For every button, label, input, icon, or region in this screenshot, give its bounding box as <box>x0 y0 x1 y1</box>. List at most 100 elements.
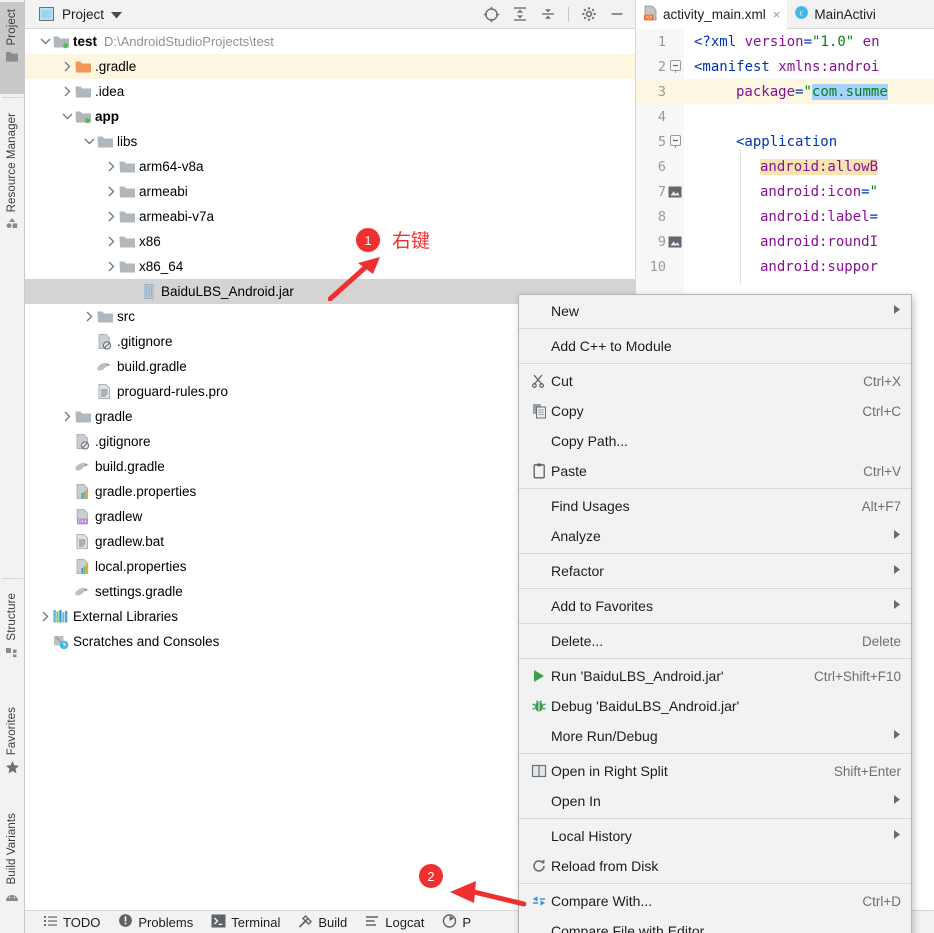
chevron-right-icon[interactable] <box>39 610 52 623</box>
gear-icon[interactable] <box>581 6 597 22</box>
code-line[interactable]: 6 android:allowB <box>636 154 934 179</box>
sidebar-item-resource-manager[interactable]: Resource Manager <box>0 106 24 266</box>
tree-node-arm64-v8a[interactable]: arm64-v8a <box>25 154 635 179</box>
code-line[interactable]: 8 android:label= <box>636 204 934 229</box>
chevron-down-icon[interactable] <box>83 135 96 148</box>
menu-item-add-c++-to-module[interactable]: Add C++ to Module <box>519 331 911 361</box>
tree-node-app[interactable]: app <box>25 104 635 129</box>
menu-item-analyze[interactable]: Analyze <box>519 521 911 551</box>
status-bar-item-label: P <box>462 914 472 930</box>
menu-item-add-to-favorites[interactable]: Add to Favorites <box>519 591 911 621</box>
menu-item-delete[interactable]: Delete... Delete <box>519 626 911 656</box>
code-line[interactable]: 10 android:suppor <box>636 254 934 279</box>
status-bar-item-p[interactable]: P <box>442 913 472 931</box>
tree-node-label: gradle <box>95 408 133 424</box>
menu-item-reload-from-disk[interactable]: Reload from Disk <box>519 851 911 881</box>
crosshair-target-icon[interactable] <box>483 6 500 23</box>
tree-node-idea[interactable]: .idea <box>25 79 635 104</box>
line-number: 5 <box>657 133 666 150</box>
menu-item-label: New <box>551 303 580 319</box>
chevron-right-icon[interactable] <box>105 260 118 273</box>
tree-node-gradle[interactable]: .gradle <box>25 54 635 79</box>
status-bar-item-label: TODO <box>63 914 101 930</box>
line-number: 4 <box>657 108 666 125</box>
menu-item-copy-path[interactable]: Copy Path... <box>519 426 911 456</box>
menu-item-local-history[interactable]: Local History <box>519 821 911 851</box>
image-preview-icon <box>666 236 684 248</box>
tree-node-spacer <box>61 485 74 498</box>
sidebar-item-favorites[interactable]: Favorites <box>0 700 24 800</box>
tree-node-test[interactable]: test D:\AndroidStudioProjects\test <box>25 29 635 54</box>
menu-item-shortcut: Delete <box>861 633 901 649</box>
menu-item-new[interactable]: New <box>519 296 911 326</box>
annotation-arrow-1 <box>328 257 380 301</box>
annotation-badge-1: 1 <box>356 228 380 252</box>
sidebar-item-structure[interactable]: Structure <box>0 586 24 694</box>
tree-node-x86[interactable]: x86 <box>25 229 635 254</box>
gradle-file-icon <box>74 459 91 475</box>
collapse-all-icon[interactable] <box>540 6 556 22</box>
fold-collapse-icon[interactable] <box>666 134 684 149</box>
chevron-right-icon[interactable] <box>105 235 118 248</box>
menu-item-open-in[interactable]: Open In <box>519 786 911 816</box>
code-line[interactable]: 7 android:icon=" <box>636 179 934 204</box>
chevron-down-icon[interactable] <box>111 7 123 22</box>
minimize-icon[interactable] <box>609 6 625 22</box>
menu-item-open-in-right-split[interactable]: Open in Right Split Shift+Enter <box>519 756 911 786</box>
chevron-right-icon[interactable] <box>61 60 74 73</box>
tab-activity-main-xml[interactable]: <> activity_main.xml × <box>636 0 788 29</box>
chevron-right-icon[interactable] <box>105 160 118 173</box>
menu-item-run-baidulbsandroidjar[interactable]: Run 'BaiduLBS_Android.jar' Ctrl+Shift+F10 <box>519 661 911 691</box>
properties-file-icon <box>74 483 91 500</box>
fold-collapse-icon[interactable] <box>666 59 684 74</box>
tree-node-armeabi-v7a[interactable]: armeabi-v7a <box>25 204 635 229</box>
menu-item-paste[interactable]: Paste Ctrl+V <box>519 456 911 486</box>
line-number: 3 <box>657 83 666 100</box>
tree-node-armeabi[interactable]: armeabi <box>25 179 635 204</box>
menu-item-compare-file-with-editor[interactable]: Compare File with Editor <box>519 916 911 933</box>
menu-item-cut[interactable]: Cut Ctrl+X <box>519 366 911 396</box>
status-bar-item-build[interactable]: Build <box>298 914 347 931</box>
code-line[interactable]: 2 <manifest xmlns:androi <box>636 54 934 79</box>
sidebar-item-project[interactable]: Project <box>0 2 24 94</box>
chevron-right-icon[interactable] <box>83 310 96 323</box>
menu-item-find-usages[interactable]: Find Usages Alt+F7 <box>519 491 911 521</box>
line-number: 2 <box>657 58 666 75</box>
tab-label: MainActivi <box>814 6 876 22</box>
code-line[interactable]: 1 <?xml version="1.0" en <box>636 29 934 54</box>
chevron-down-icon[interactable] <box>39 35 52 48</box>
tree-node-label: armeabi <box>139 183 188 199</box>
annotation-number: 1 <box>356 228 380 252</box>
tab-main-activity[interactable]: c MainActivi <box>787 0 881 29</box>
menu-item-refactor[interactable]: Refactor <box>519 556 911 586</box>
close-icon[interactable]: × <box>771 7 783 22</box>
status-bar-item-todo[interactable]: TODO <box>43 914 100 931</box>
chevron-right-icon[interactable] <box>61 85 74 98</box>
code-line[interactable]: 5 <application <box>636 129 934 154</box>
menu-item-compare-with[interactable]: Compare With... Ctrl+D <box>519 886 911 916</box>
sidebar-item-structure-label: Structure <box>6 593 18 641</box>
expand-all-icon[interactable] <box>512 6 528 22</box>
chevron-down-icon[interactable] <box>61 110 74 123</box>
code-line[interactable]: 3 package="com.summe <box>636 79 934 104</box>
menu-item-debug-baidulbsandroidjar[interactable]: Debug 'BaiduLBS_Android.jar' <box>519 691 911 721</box>
module-folder-icon <box>52 34 69 50</box>
status-bar-item-problems[interactable]: Problems <box>118 913 193 931</box>
context-menu[interactable]: New Add C++ to Module Cut Ctrl+X Copy Ctrl+C C… <box>518 294 912 933</box>
chevron-right-icon[interactable] <box>105 210 118 223</box>
sidebar-item-resource-manager-label: Resource Manager <box>6 113 18 213</box>
menu-item-copy[interactable]: Copy Ctrl+C <box>519 396 911 426</box>
code-line[interactable]: 9 android:roundI <box>636 229 934 254</box>
sidebar-item-build-variants[interactable]: Build Variants <box>0 806 24 928</box>
menu-separator <box>519 363 911 364</box>
code-line[interactable]: 4 <box>636 104 934 129</box>
menu-item-label: Run 'BaiduLBS_Android.jar' <box>551 668 724 684</box>
orange-folder-icon <box>74 59 91 75</box>
chevron-right-icon[interactable] <box>105 185 118 198</box>
menu-item-more-rundebug[interactable]: More Run/Debug <box>519 721 911 751</box>
tree-node-libs[interactable]: libs <box>25 129 635 154</box>
status-bar-item-logcat[interactable]: Logcat <box>365 914 424 931</box>
status-bar-item-terminal[interactable]: Terminal <box>211 914 280 931</box>
folder-icon <box>118 259 135 275</box>
chevron-right-icon[interactable] <box>61 410 74 423</box>
